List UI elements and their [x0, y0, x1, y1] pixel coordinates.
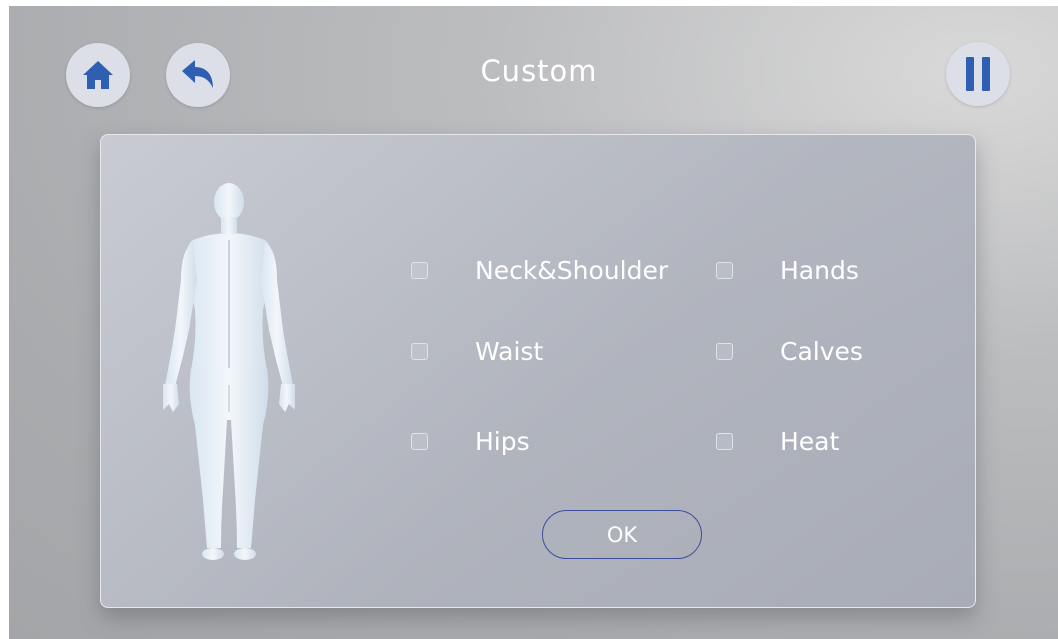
option-neck-shoulder[interactable]: Neck&Shoulder — [411, 256, 668, 285]
option-label: Hands — [780, 256, 859, 285]
option-label: Calves — [780, 337, 863, 366]
checkbox[interactable] — [716, 433, 733, 450]
pause-icon — [966, 57, 990, 91]
option-label: Hips — [475, 427, 530, 456]
option-hips[interactable]: Hips — [411, 427, 530, 456]
checkbox[interactable] — [716, 262, 733, 279]
pause-button[interactable] — [946, 42, 1010, 106]
checkbox[interactable] — [411, 262, 428, 279]
checkbox[interactable] — [411, 433, 428, 450]
option-heat[interactable]: Heat — [716, 427, 839, 456]
home-button[interactable] — [66, 43, 130, 107]
option-calves[interactable]: Calves — [716, 337, 863, 366]
option-label: Neck&Shoulder — [475, 256, 669, 285]
option-hands[interactable]: Hands — [716, 256, 859, 285]
back-button[interactable] — [166, 43, 230, 107]
back-arrow-icon — [182, 60, 213, 88]
custom-panel: Neck&Shoulder Hands Waist Calves Hips He… — [100, 134, 976, 608]
page-title: Custom — [480, 54, 598, 88]
option-label: Heat — [780, 427, 840, 456]
custom-screen: Custom Neck&Shoulder Hands Waist Calves … — [9, 6, 1058, 639]
ok-button[interactable]: OK — [542, 510, 702, 559]
option-label: Waist — [475, 337, 544, 366]
checkbox[interactable] — [411, 343, 428, 360]
checkbox[interactable] — [716, 343, 733, 360]
home-icon — [83, 61, 113, 89]
option-waist[interactable]: Waist — [411, 337, 543, 366]
human-body-figure — [163, 183, 295, 560]
